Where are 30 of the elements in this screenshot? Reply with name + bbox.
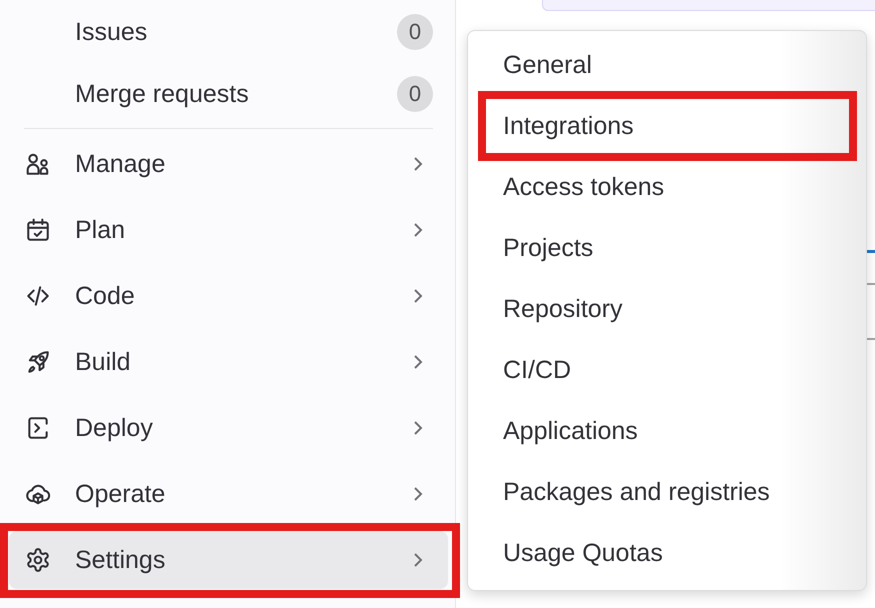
settings-icon: [25, 547, 51, 573]
nav-item[interactable]: Operate: [9, 465, 448, 523]
chevron-right-icon: [413, 156, 423, 172]
chevron-right-icon: [413, 552, 423, 568]
chevron-right-icon: [413, 486, 423, 502]
nav-item[interactable]: Plan: [9, 201, 448, 259]
nav-item[interactable]: Deploy: [9, 399, 448, 457]
count-badge: 0: [397, 14, 433, 50]
chevron-right-icon: [413, 354, 423, 370]
menu-item[interactable]: Integrations: [472, 96, 862, 157]
menu-item[interactable]: Projects: [472, 218, 862, 279]
nav-item[interactable]: Merge requests 0: [9, 65, 448, 123]
menu-item[interactable]: Packages and registries: [472, 462, 862, 523]
menu-item[interactable]: Repository: [472, 279, 862, 340]
chevron-right-icon: [413, 420, 423, 436]
calendar-check-icon: [25, 217, 51, 243]
nav-item[interactable]: Settings: [9, 531, 448, 589]
menu-item[interactable]: CI/CD: [472, 340, 862, 401]
menu-item[interactable]: Access tokens: [472, 157, 862, 218]
chevron-right-icon: [413, 222, 423, 238]
nav-item[interactable]: Issues 0: [9, 3, 448, 61]
nav-item[interactable]: Manage: [9, 135, 448, 193]
nav-item[interactable]: Build: [9, 333, 448, 391]
nav-item[interactable]: Code: [9, 267, 448, 325]
menu-item[interactable]: Applications: [472, 401, 862, 462]
menu-item[interactable]: General: [472, 35, 862, 96]
chevron-right-icon: [413, 288, 423, 304]
menu-item[interactable]: Usage Quotas: [472, 523, 862, 584]
count-badge: 0: [397, 76, 433, 112]
users-icon: [25, 151, 51, 177]
